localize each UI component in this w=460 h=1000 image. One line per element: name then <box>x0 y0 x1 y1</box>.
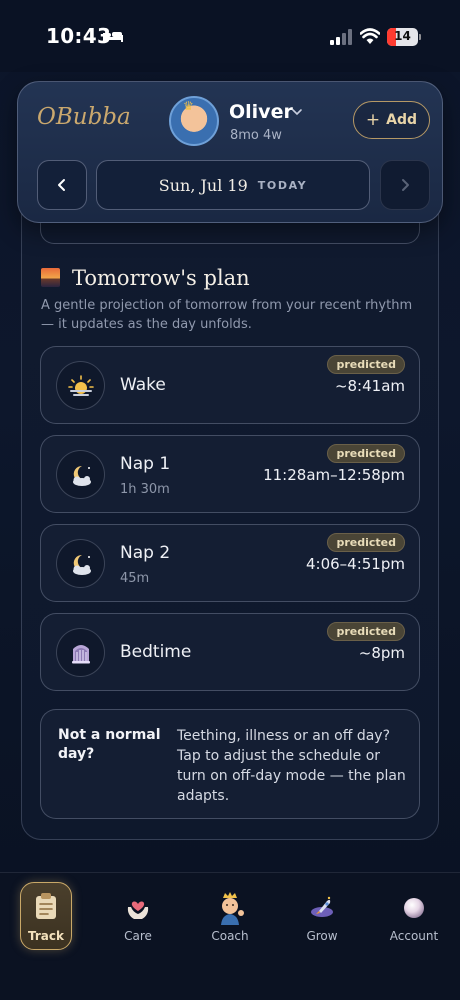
predicted-badge: predicted <box>327 622 405 641</box>
nav-label: Account <box>389 929 439 943</box>
plan-time: 4:06–4:51pm <box>305 555 405 573</box>
status-time: 10:43 <box>46 24 112 48</box>
plan-card-bedtime[interactable]: Bedtime predicted ~8pm <box>40 613 420 691</box>
baby-coach-icon <box>213 891 247 925</box>
battery-indicator: 14 <box>387 28 418 46</box>
crib-icon <box>56 628 105 677</box>
hands-heart-icon <box>123 893 153 923</box>
predicted-badge: predicted <box>327 355 405 374</box>
header-card: OBubba ♛ Oliver 8mo 4w + Add Sun, Jul 19… <box>17 81 443 223</box>
plan-name: Nap 2 <box>120 543 171 563</box>
date-selector[interactable]: Sun, Jul 19 TODAY <box>96 160 370 210</box>
add-button-label: Add <box>386 112 418 128</box>
nav-item-grow[interactable]: Grow <box>301 893 343 943</box>
nav-label: Coach <box>211 929 249 943</box>
child-name[interactable]: Oliver <box>229 101 293 123</box>
section-description: A gentle projection of tomorrow from you… <box>41 298 413 332</box>
plus-icon: + <box>365 109 381 130</box>
nav-item-account[interactable]: Account <box>386 893 442 943</box>
plan-name: Bedtime <box>120 642 192 662</box>
off-day-title: Not a normal day? <box>58 727 161 762</box>
chevron-left-icon <box>58 179 65 191</box>
plan-time: 11:28am–12:58pm <box>263 466 405 484</box>
plan-card-wake[interactable]: Wake predicted ~8:41am <box>40 346 420 424</box>
plan-time: ~8pm <box>358 644 405 662</box>
plan-card-nap-1[interactable]: Nap 1 1h 30m predicted 11:28am–12:58pm <box>40 435 420 513</box>
chevron-right-icon <box>402 179 409 191</box>
add-button[interactable]: + Add <box>353 101 430 139</box>
off-day-text: Teething, illness or an off day? Tap to … <box>177 728 406 804</box>
battery-nub <box>419 34 421 40</box>
plan-time: ~8:41am <box>334 377 405 395</box>
previous-day-button[interactable] <box>37 160 87 210</box>
status-bar: 10:43 14 <box>0 0 460 72</box>
account-orb-icon <box>399 893 429 923</box>
chevron-down-icon[interactable] <box>291 106 303 118</box>
bed-icon <box>103 32 123 42</box>
nav-item-care[interactable]: Care <box>118 893 158 943</box>
sunrise-icon <box>56 361 105 410</box>
crown-icon: ♛ <box>183 99 194 113</box>
nav-label: Track <box>28 929 64 943</box>
current-date: Sun, Jul 19 <box>158 175 248 195</box>
predicted-badge: predicted <box>327 444 405 463</box>
plan-duration: 45m <box>120 571 150 586</box>
plan-name: Wake <box>120 375 166 395</box>
predicted-badge: predicted <box>327 533 405 552</box>
avatar[interactable]: ♛ <box>169 96 219 146</box>
battery-level: 14 <box>394 29 411 43</box>
section-title: Tomorrow's plan <box>72 266 250 290</box>
signal-icon <box>330 29 352 45</box>
wifi-icon <box>360 28 380 44</box>
app-logo: OBubba <box>37 104 131 130</box>
child-age: 8mo 4w <box>230 128 282 143</box>
nav-label: Care <box>124 929 152 943</box>
sunset-icon <box>41 268 60 287</box>
nav-item-track[interactable]: Track <box>20 882 72 950</box>
plan-name: Nap 1 <box>120 454 171 474</box>
today-label: TODAY <box>257 178 308 192</box>
next-day-button[interactable] <box>380 160 430 210</box>
clipboard-icon <box>31 891 61 921</box>
plan-duration: 1h 30m <box>120 482 170 497</box>
rocket-icon <box>307 893 337 923</box>
nav-label: Grow <box>306 929 338 943</box>
plan-card-nap-2[interactable]: Nap 2 45m predicted 4:06–4:51pm <box>40 524 420 602</box>
moon-cloud-icon <box>56 450 105 499</box>
moon-cloud-icon <box>56 539 105 588</box>
nav-item-coach[interactable]: Coach <box>205 891 255 943</box>
off-day-card[interactable]: Not a normal day? Teething, illness or a… <box>40 709 420 819</box>
